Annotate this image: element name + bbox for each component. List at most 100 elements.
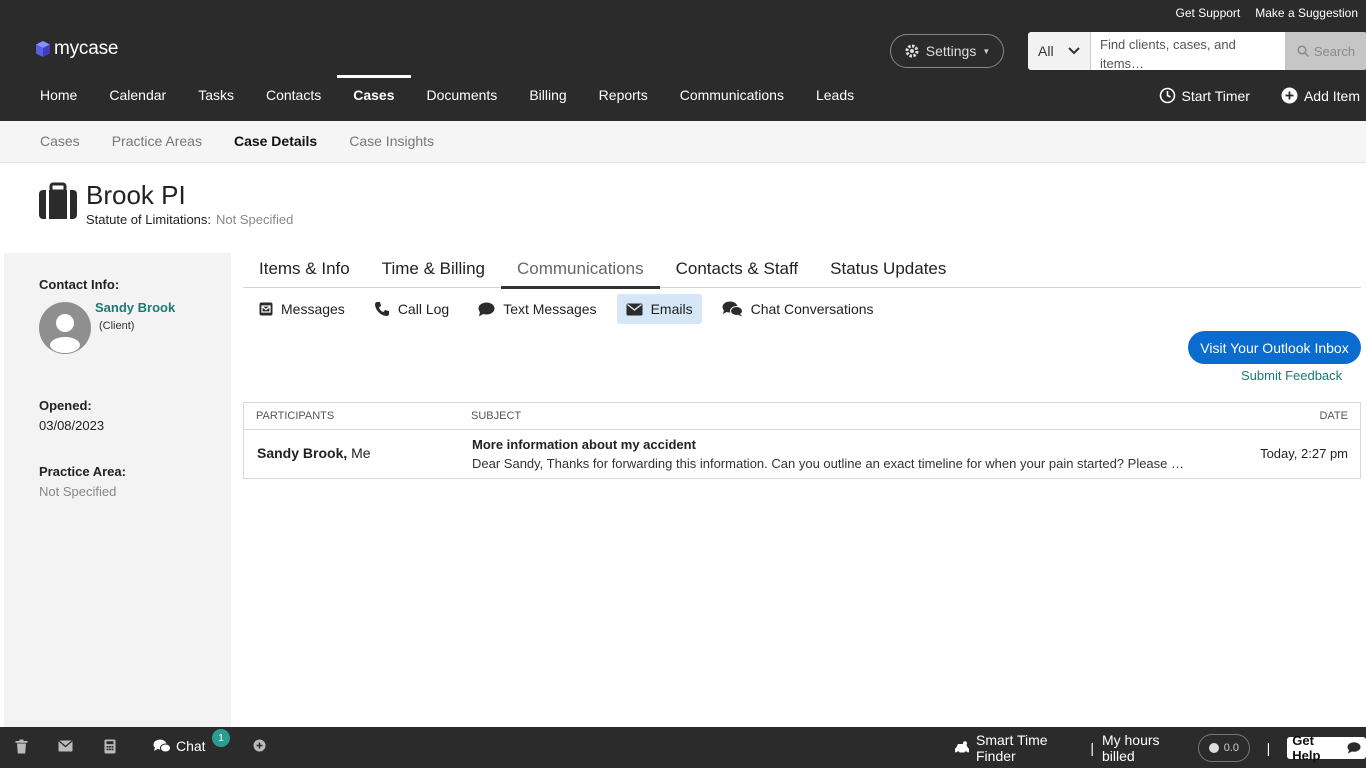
get-help-label: Get Help (1292, 732, 1321, 763)
footer-separator: | (1266, 739, 1271, 756)
phone-icon (374, 301, 390, 317)
case-sidebar: Contact Info: Sandy Brook (Client) Opene… (4, 253, 231, 727)
utility-links: Get Support Make a Suggestion (1176, 6, 1358, 20)
smart-time-finder-label: Smart Time Finder (976, 731, 1048, 764)
statute-of-limitations: Statute of Limitations: Not Specified (86, 212, 293, 227)
clock-icon (1159, 87, 1176, 104)
submit-feedback-link[interactable]: Submit Feedback (1241, 368, 1342, 383)
subnav-cases[interactable]: Cases (24, 121, 96, 162)
add-item-button[interactable]: Add Item (1281, 87, 1360, 104)
tab-communications[interactable]: Communications (501, 252, 660, 289)
speech-bubble-icon (1347, 741, 1361, 754)
nav-billing[interactable]: Billing (513, 76, 582, 121)
top-header: Get Support Make a Suggestion mycase Set… (0, 0, 1366, 121)
case-tabs: Items & Info Time & Billing Communicatio… (243, 252, 1361, 289)
comm-tab-call-log[interactable]: Call Log (365, 294, 458, 324)
contact-name-link[interactable]: Sandy Brook (95, 300, 175, 315)
chat-bubbles-icon (153, 739, 171, 753)
global-search: All Find clients, cases, and items… Sear… (1028, 32, 1366, 70)
settings-button[interactable]: Settings ▼ (890, 34, 1004, 68)
tab-contacts-staff[interactable]: Contacts & Staff (660, 252, 815, 287)
subnav-case-details[interactable]: Case Details (218, 121, 333, 162)
comm-tab-label: Chat Conversations (750, 301, 874, 317)
start-timer-button[interactable]: Start Timer (1159, 87, 1250, 104)
calculator-icon[interactable] (104, 739, 116, 754)
participant-primary: Sandy Brook, (257, 445, 348, 461)
nav-cases[interactable]: Cases (337, 75, 411, 121)
smart-time-finder-button[interactable]: Smart Time Finder (954, 732, 1082, 764)
contact-details: Sandy Brook (Client) (91, 300, 175, 354)
nav-reports[interactable]: Reports (583, 76, 664, 121)
subnav-practice-areas[interactable]: Practice Areas (96, 121, 218, 162)
logo-text: mycase (54, 38, 119, 59)
column-header-subject[interactable]: Subject (471, 410, 521, 422)
nav-contacts[interactable]: Contacts (250, 76, 337, 121)
envelope-icon[interactable] (58, 740, 73, 752)
search-button-label: Search (1313, 43, 1356, 59)
chat-bubbles-icon (722, 301, 743, 317)
header-actions: Start Timer Add Item (1159, 87, 1360, 104)
nav-home[interactable]: Home (24, 76, 93, 121)
footer-separator: | (1090, 739, 1094, 756)
hours-billed-pill[interactable]: 0.0 (1198, 733, 1250, 762)
chat-button[interactable]: Chat (153, 738, 206, 754)
speech-bubble-icon (478, 302, 495, 317)
hours-billed-label: My hours billed (1101, 731, 1160, 764)
tab-items-info[interactable]: Items & Info (243, 252, 366, 287)
search-scope-select[interactable]: All (1028, 32, 1091, 70)
plus-circle-icon[interactable] (253, 739, 266, 752)
add-item-label: Add Item (1303, 87, 1360, 104)
case-title: Brook PI (86, 180, 186, 210)
trash-icon[interactable] (15, 739, 28, 754)
mycase-logo[interactable]: mycase (35, 38, 118, 60)
hours-billed-value: 0.0 (1223, 741, 1239, 754)
opened-value: 03/08/2023 (39, 418, 105, 433)
make-suggestion-link[interactable]: Make a Suggestion (1255, 6, 1358, 20)
cube-logo-icon (35, 40, 51, 58)
comm-tab-text-messages[interactable]: Text Messages (469, 294, 605, 324)
case-header-text: Brook PI Statute of Limitations: Not Spec… (86, 181, 293, 227)
contact-info-label: Contact Info: (39, 277, 120, 292)
nav-leads[interactable]: Leads (800, 76, 870, 121)
column-header-participants[interactable]: Participants (256, 410, 334, 422)
search-input[interactable]: Find clients, cases, and items… (1091, 32, 1285, 70)
contact-card: Sandy Brook (Client) (39, 300, 231, 354)
email-table: Participants Subject Date Sandy Brook, M… (243, 402, 1361, 479)
subnav-case-insights[interactable]: Case Insights (333, 121, 450, 162)
nav-calendar[interactable]: Calendar (93, 76, 182, 121)
gear-icon (904, 43, 920, 59)
participants-cell: Sandy Brook, Me (257, 445, 371, 461)
tab-time-billing[interactable]: Time & Billing (366, 252, 501, 287)
practice-area-label: Practice Area: (39, 464, 126, 479)
comm-tab-label: Text Messages (503, 301, 597, 317)
avatar (39, 302, 91, 354)
participant-secondary: Me (347, 445, 371, 461)
table-row[interactable]: Sandy Brook, Me More information about m… (244, 430, 1360, 478)
nav-communications[interactable]: Communications (664, 76, 800, 121)
envelope-square-icon (259, 302, 273, 316)
comm-tab-messages[interactable]: Messages (250, 294, 354, 324)
email-snippet: Dear Sandy, Thanks for forwarding this i… (472, 456, 1185, 471)
sub-nav: Cases Practice Areas Case Details Case I… (0, 121, 1366, 163)
comm-tab-emails[interactable]: Emails (616, 294, 702, 324)
main-nav: Home Calendar Tasks Contacts Cases Docum… (24, 75, 870, 121)
nav-tasks[interactable]: Tasks (182, 76, 250, 121)
search-button[interactable]: Search (1285, 32, 1366, 70)
dot-icon (1208, 742, 1219, 753)
table-header: Participants Subject Date (244, 403, 1360, 430)
contact-role: (Client) (99, 320, 135, 332)
chevron-down-icon (1068, 47, 1080, 55)
get-support-link[interactable]: Get Support (1176, 6, 1241, 20)
sol-value: Not Specified (216, 212, 294, 227)
get-help-button[interactable]: Get Help (1287, 733, 1366, 763)
chat-label: Chat (176, 738, 206, 754)
practice-area-value: Not Specified (39, 484, 117, 499)
email-date: Today, 2:27 pm (1260, 446, 1348, 461)
settings-label: Settings (925, 43, 977, 59)
nav-documents[interactable]: Documents (411, 76, 514, 121)
column-header-date[interactable]: Date (1319, 410, 1348, 422)
caret-down-icon: ▼ (982, 46, 991, 56)
visit-outlook-inbox-button[interactable]: Visit Your Outlook Inbox (1188, 331, 1361, 364)
comm-tab-chat-conversations[interactable]: Chat Conversations (713, 294, 883, 324)
tab-status-updates[interactable]: Status Updates (814, 252, 962, 287)
